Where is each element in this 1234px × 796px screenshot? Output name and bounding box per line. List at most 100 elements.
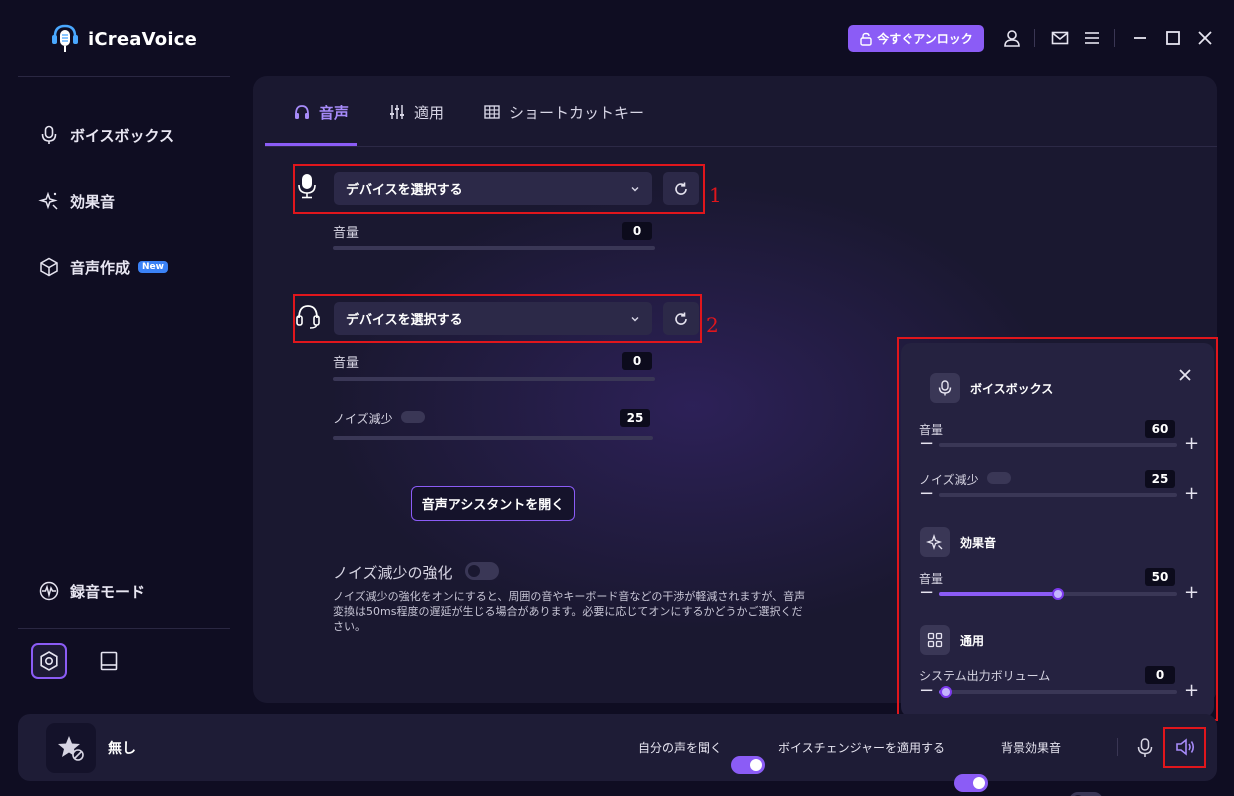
tab-separator	[265, 146, 1217, 147]
bg-effect-label: 背景効果音	[1001, 741, 1062, 755]
sidebar-divider	[18, 76, 230, 77]
mic-icon[interactable]	[1135, 737, 1155, 759]
sidebar-item-label: 効果音	[70, 192, 116, 211]
plus-icon[interactable]: +	[1184, 485, 1199, 503]
output-noise-value: 25	[620, 409, 650, 427]
sidebar-item-label: 音声作成	[70, 258, 131, 277]
popover-effects-volume-value: 50	[1145, 568, 1175, 586]
popover-noise-toggle[interactable]	[987, 472, 1011, 484]
output-noise-label: ノイズ減少	[333, 412, 393, 426]
tab-shortcuts[interactable]: ショートカットキー	[483, 100, 644, 124]
popover-system-volume-label: システム出力ボリューム	[919, 669, 1051, 683]
hear-self-toggle[interactable]	[731, 756, 765, 774]
minus-icon[interactable]: −	[919, 435, 934, 453]
popover-voicebox-volume-slider[interactable]	[939, 443, 1177, 447]
slider-thumb[interactable]	[1052, 588, 1064, 600]
headphones-icon	[295, 105, 309, 119]
plus-icon[interactable]: +	[1184, 584, 1199, 602]
refresh-icon	[675, 312, 687, 325]
output-device-select[interactable]: デバイスを選択する	[334, 302, 652, 335]
popover-general-title: 通用	[960, 633, 985, 648]
waveform-icon	[39, 581, 59, 601]
sliders-icon	[390, 105, 404, 119]
app-logo-icon	[48, 22, 82, 56]
settings-icon	[40, 651, 58, 671]
sidebar-item-sound-effects[interactable]: 効果音	[38, 186, 115, 216]
current-effect-label: 無し	[108, 741, 136, 757]
plus-icon[interactable]: +	[1184, 682, 1199, 700]
book-icon[interactable]	[98, 650, 120, 672]
new-badge: New	[138, 261, 168, 273]
apply-voice-changer-toggle[interactable]	[954, 774, 988, 792]
sidebar-item-label: 録音モード	[70, 582, 146, 601]
popover-voicebox-volume-value: 60	[1145, 420, 1175, 438]
input-device-placeholder: デバイスを選択する	[346, 183, 463, 198]
open-voice-assistant-button[interactable]: 音声アシスタントを開く	[411, 486, 575, 521]
user-icon[interactable]	[1002, 28, 1022, 48]
sidebar-item-label: ボイスボックス	[70, 126, 175, 145]
minus-icon[interactable]: −	[919, 682, 934, 700]
sidebar-item-record-mode[interactable]: 録音モード	[38, 576, 145, 606]
output-volume-value: 0	[622, 352, 652, 370]
annotation-number-2: 2	[706, 313, 719, 337]
unlock-label: 今すぐアンロック	[877, 32, 973, 46]
sparkle-icon	[920, 527, 950, 557]
output-noise-slider[interactable]	[333, 436, 653, 440]
mic-icon	[930, 373, 960, 403]
maximize-icon[interactable]	[1163, 28, 1183, 48]
tab-label: 適用	[414, 103, 445, 122]
apply-voice-changer-label: ボイスチェンジャーを適用する	[778, 741, 946, 755]
slider-fill	[939, 592, 1058, 596]
sidebar-item-voicebox[interactable]: ボイスボックス	[38, 120, 174, 150]
sparkle-icon	[38, 191, 58, 210]
tab-general[interactable]: 適用	[388, 100, 444, 124]
popover-voicebox-header: ボイスボックス	[930, 373, 1053, 403]
close-icon[interactable]	[1195, 28, 1215, 48]
hear-self-label: 自分の声を聞く	[638, 741, 723, 755]
minimize-icon[interactable]	[1130, 28, 1150, 48]
popover-voicebox-title: ボイスボックス	[970, 381, 1054, 396]
chevron-down-icon	[631, 316, 639, 321]
popover-close-icon[interactable]	[1177, 367, 1193, 383]
sidebar-item-voice-creation[interactable]: 音声作成 New	[38, 252, 168, 282]
noise-enhance-toggle[interactable]	[465, 562, 499, 580]
lock-icon	[860, 32, 872, 46]
annotation-number-1: 1	[709, 183, 722, 207]
current-effect-thumbnail[interactable]	[46, 723, 96, 773]
tab-label: ショートカットキー	[509, 103, 645, 122]
input-volume-value: 0	[622, 222, 652, 240]
grid-icon	[484, 105, 500, 119]
noise-enhance-title: ノイズ減少の強化	[333, 564, 453, 582]
title-divider	[1034, 29, 1035, 47]
annotation-box-speaker	[1163, 727, 1206, 768]
minus-icon[interactable]: −	[919, 584, 934, 602]
popover-voicebox-noise-slider[interactable]	[939, 493, 1177, 497]
output-device-placeholder: デバイスを選択する	[346, 313, 463, 328]
grid-icon	[920, 625, 950, 655]
input-refresh-button[interactable]	[663, 172, 699, 205]
popover-system-volume-value: 0	[1145, 666, 1175, 684]
tab-voice[interactable]: 音声	[293, 100, 349, 124]
mail-icon[interactable]	[1050, 28, 1070, 48]
headset-icon	[295, 302, 321, 330]
cube-icon	[40, 257, 58, 277]
mic-icon	[41, 125, 57, 144]
bg-effect-toggle[interactable]	[1069, 792, 1103, 796]
output-refresh-button[interactable]	[663, 302, 699, 335]
popover-effects-volume-slider[interactable]	[939, 588, 1177, 600]
plus-icon[interactable]: +	[1184, 435, 1199, 453]
popover-voicebox-noise-value: 25	[1145, 470, 1175, 488]
output-noise-toggle[interactable]	[401, 411, 425, 423]
chevron-down-icon	[631, 186, 639, 191]
input-volume-slider[interactable]	[333, 246, 655, 250]
menu-icon[interactable]	[1082, 28, 1102, 48]
popover-general-header: 通用	[920, 625, 984, 655]
unlock-button[interactable]: 今すぐアンロック	[848, 25, 984, 52]
popover-system-volume-slider[interactable]	[939, 686, 1177, 698]
minus-icon[interactable]: −	[919, 485, 934, 503]
popover-effects-title: 効果音	[960, 535, 997, 550]
popover-effects-header: 効果音	[920, 527, 996, 557]
input-device-select[interactable]: デバイスを選択する	[334, 172, 652, 205]
output-volume-slider[interactable]	[333, 377, 655, 381]
settings-button[interactable]	[31, 643, 67, 679]
